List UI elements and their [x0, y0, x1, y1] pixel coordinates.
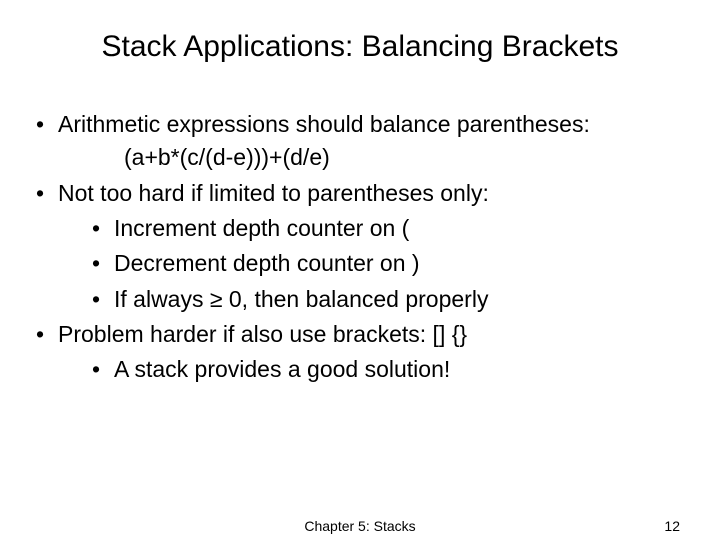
sub-bullet-list: A stack provides a good solution! [58, 353, 690, 386]
bullet-item: Arithmetic expressions should balance pa… [30, 108, 690, 175]
slide: Stack Applications: Balancing Brackets A… [0, 0, 720, 540]
expression-line: (a+b*(c/(d-e)))+(d/e) [58, 141, 690, 174]
bullet-text: Not too hard if limited to parentheses o… [58, 180, 489, 206]
footer-chapter: Chapter 5: Stacks [304, 518, 415, 534]
page-number: 12 [664, 518, 680, 534]
slide-title: Stack Applications: Balancing Brackets [30, 30, 690, 64]
bullet-item: Not too hard if limited to parentheses o… [30, 177, 690, 316]
bullet-text: Arithmetic expressions should balance pa… [58, 111, 590, 137]
sub-bullet-item: Decrement depth counter on ) [58, 247, 690, 280]
sub-bullet-item: A stack provides a good solution! [58, 353, 690, 386]
sub-bullet-item: Increment depth counter on ( [58, 212, 690, 245]
bullet-text: Problem harder if also use brackets: [] … [58, 321, 467, 347]
sub-bullet-list: Increment depth counter on ( Decrement d… [58, 212, 690, 316]
bullet-list: Arithmetic expressions should balance pa… [30, 108, 690, 387]
bullet-item: Problem harder if also use brackets: [] … [30, 318, 690, 387]
slide-content: Arithmetic expressions should balance pa… [30, 108, 690, 387]
sub-bullet-item: If always ≥ 0, then balanced properly [58, 283, 690, 316]
